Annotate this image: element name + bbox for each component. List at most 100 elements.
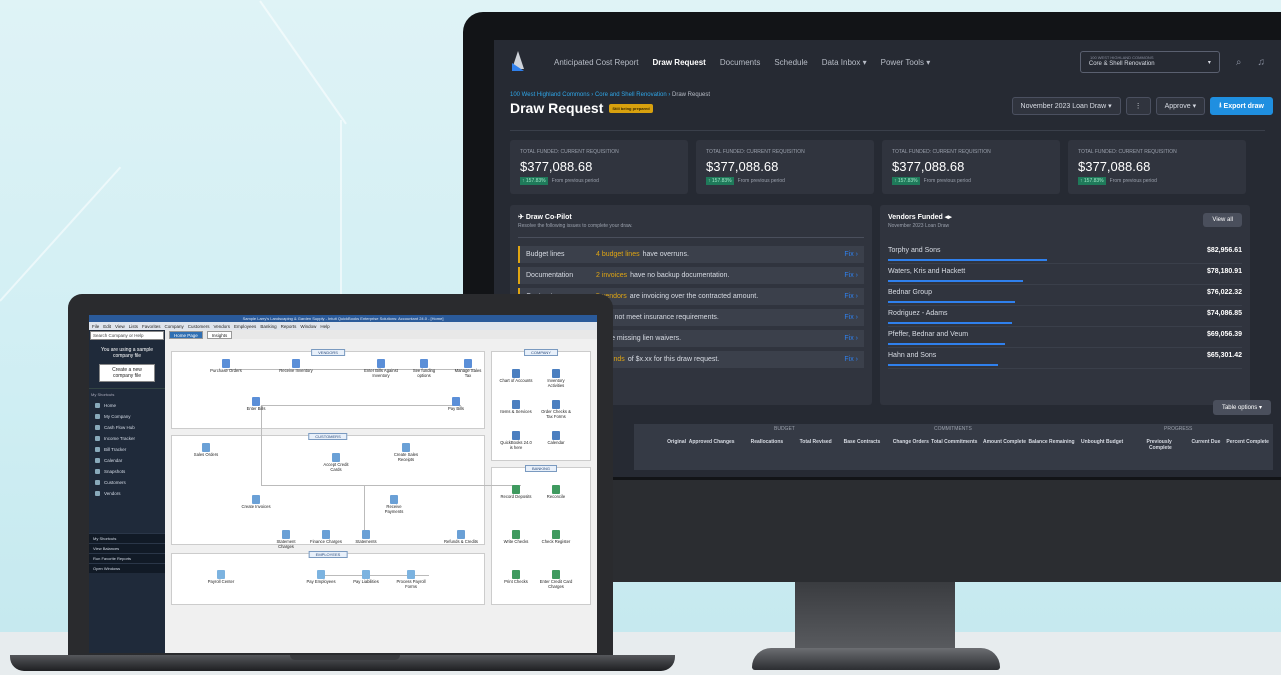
table-options-button[interactable]: Table options ▾: [1212, 400, 1271, 415]
column-header[interactable]: Original: [638, 439, 686, 451]
footer-link[interactable]: Open Windows: [89, 563, 165, 573]
shortcut-item[interactable]: Vendors: [89, 488, 165, 499]
flow-node[interactable]: Record Deposits: [499, 485, 533, 500]
more-menu-button[interactable]: ⋮: [1125, 97, 1151, 115]
vendor-row[interactable]: Torphy and Sons $82,956.61: [888, 243, 1242, 264]
column-header[interactable]: Change Orders: [881, 439, 929, 451]
flow-node[interactable]: Pay Liabilities: [349, 570, 383, 585]
menu-item[interactable]: Customers: [188, 324, 210, 329]
flow-node[interactable]: Finance Charges: [309, 530, 343, 545]
fix-link[interactable]: Fix ›: [844, 314, 858, 321]
breadcrumb-project[interactable]: 100 West Highland Commons: [510, 92, 590, 98]
footer-link[interactable]: Run Favorite Reports: [89, 553, 165, 563]
menu-item[interactable]: Favorites: [142, 324, 161, 329]
approve-button[interactable]: Approve ▾: [1155, 97, 1206, 115]
menu-item[interactable]: Window: [300, 324, 316, 329]
flow-node[interactable]: Create Sales Receipts: [389, 443, 423, 462]
flow-node[interactable]: QuickBooks 24.0 is here: [499, 431, 533, 450]
create-company-button[interactable]: Create a new company file: [99, 364, 155, 382]
flow-node[interactable]: Enter Credit Card Charges: [539, 570, 573, 589]
export-draw-button[interactable]: ⭳ Export draw: [1210, 97, 1273, 115]
draw-select[interactable]: November 2023 Loan Draw ▾: [1011, 97, 1121, 115]
menu-item[interactable]: Banking: [260, 324, 276, 329]
column-header[interactable]: Amount Complete: [978, 439, 1026, 451]
menu-item[interactable]: Lists: [129, 324, 138, 329]
flow-node[interactable]: Print Checks: [499, 570, 533, 585]
flow-node[interactable]: Reconcile: [539, 485, 573, 500]
fix-link[interactable]: Fix ›: [844, 356, 858, 363]
fix-link[interactable]: Fix ›: [844, 272, 858, 279]
menu-item[interactable]: Edit: [103, 324, 111, 329]
nav-documents[interactable]: Documents: [720, 58, 760, 67]
flow-node[interactable]: Pay Bills: [439, 397, 473, 412]
arrows-icon[interactable]: ◂▸: [945, 214, 952, 221]
nav-draw-request[interactable]: Draw Request: [653, 58, 706, 67]
tab-home-page[interactable]: Home Page: [169, 330, 203, 339]
tab-insights[interactable]: Insights: [206, 330, 233, 339]
menu-item[interactable]: Employees: [234, 324, 256, 329]
footer-link[interactable]: View Balances: [89, 543, 165, 553]
vendor-row[interactable]: Waters, Kris and Hackett $78,180.91: [888, 264, 1242, 285]
column-header[interactable]: Total Revised: [784, 439, 832, 451]
vendor-row[interactable]: Hahn and Sons $65,301.42: [888, 348, 1242, 369]
search-icon[interactable]: ⌕: [1236, 57, 1242, 68]
flow-node[interactable]: Inventory Activities: [539, 369, 573, 388]
flow-node[interactable]: Check Register: [539, 530, 573, 545]
flow-node[interactable]: Purchase Orders: [209, 359, 243, 374]
flow-node[interactable]: Refunds & Credits: [444, 530, 478, 545]
shortcut-item[interactable]: Snapshots: [89, 466, 165, 477]
fix-link[interactable]: Fix ›: [844, 335, 858, 342]
project-select[interactable]: 100 WEST HIGHLAND COMMONS Core & Shell Re…: [1079, 51, 1220, 73]
flow-node[interactable]: Order Checks & Tax Forms: [539, 400, 573, 419]
flow-node[interactable]: Manage Sales Tax: [451, 359, 485, 378]
flow-node[interactable]: Accept Credit Cards: [319, 453, 353, 472]
column-header[interactable]: Total Commitments: [929, 439, 977, 451]
app-logo[interactable]: [510, 51, 524, 73]
flow-node[interactable]: See funding options: [407, 359, 441, 378]
shortcut-item[interactable]: Income Tracker: [89, 433, 165, 444]
flow-node[interactable]: Receive Payments: [377, 495, 411, 514]
menu-item[interactable]: Help: [320, 324, 329, 329]
menu-item[interactable]: View: [115, 324, 125, 329]
flow-node[interactable]: Write Checks: [499, 530, 533, 545]
flow-node[interactable]: Items & Services: [499, 400, 533, 415]
nav-schedule[interactable]: Schedule: [774, 58, 807, 67]
search-input[interactable]: Search Company or Help: [90, 331, 164, 340]
flow-node[interactable]: Enter Bills: [239, 397, 273, 412]
view-all-button[interactable]: View all: [1203, 213, 1242, 227]
menu-item[interactable]: Company: [165, 324, 184, 329]
nav-data-inbox[interactable]: Data Inbox ▾: [822, 58, 867, 67]
bell-icon[interactable]: ♫: [1258, 57, 1266, 68]
shortcut-item[interactable]: Bill Tracker: [89, 444, 165, 455]
column-header[interactable]: Percent Complete: [1221, 439, 1269, 451]
menu-item[interactable]: Reports: [281, 324, 297, 329]
footer-link[interactable]: My Shortcuts: [89, 533, 165, 543]
flow-node[interactable]: Enter Bills Against Inventory: [364, 359, 398, 378]
shortcut-item[interactable]: Cash Flow Hub: [89, 422, 165, 433]
flow-node[interactable]: Process Payroll Forms: [394, 570, 428, 589]
fix-link[interactable]: Fix ›: [844, 251, 858, 258]
shortcut-item[interactable]: Calendar: [89, 455, 165, 466]
column-header[interactable]: Unbought Budget: [1075, 439, 1123, 451]
flow-node[interactable]: Statements: [349, 530, 383, 545]
flow-node[interactable]: Chart of Accounts: [499, 369, 533, 384]
vendor-row[interactable]: Bednar Group $76,022.32: [888, 285, 1242, 306]
column-header[interactable]: Approved Changes: [687, 439, 735, 451]
breadcrumb-renovation[interactable]: Core and Shell Renovation: [595, 92, 667, 98]
menu-item[interactable]: Vendors: [214, 324, 231, 329]
flow-node[interactable]: Calendar: [539, 431, 573, 446]
column-header[interactable]: Current Due: [1172, 439, 1220, 451]
column-header[interactable]: Previously Complete: [1124, 439, 1171, 451]
flow-node[interactable]: Statement Charges: [269, 530, 303, 549]
fix-link[interactable]: Fix ›: [844, 293, 858, 300]
vendor-row[interactable]: Rodriguez - Adams $74,086.85: [888, 306, 1242, 327]
vendor-row[interactable]: Pfeffer, Bednar and Veum $69,056.39: [888, 327, 1242, 348]
flow-node[interactable]: Pay Employees: [304, 570, 338, 585]
flow-node[interactable]: Payroll Center: [204, 570, 238, 585]
shortcut-item[interactable]: My Company: [89, 411, 165, 422]
nav-power-tools[interactable]: Power Tools ▾: [881, 58, 931, 67]
shortcut-item[interactable]: Home: [89, 400, 165, 411]
nav-cost-report[interactable]: Anticipated Cost Report: [554, 58, 639, 67]
flow-node[interactable]: Sales Orders: [189, 443, 223, 458]
flow-node[interactable]: Receive Inventory: [279, 359, 313, 374]
